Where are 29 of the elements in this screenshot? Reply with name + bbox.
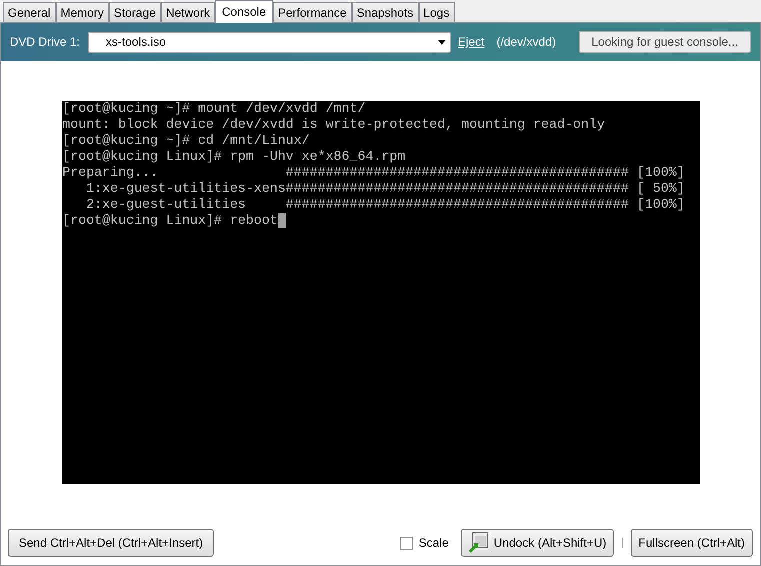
console-screen[interactable]	[62, 101, 700, 484]
console-line: [root@kucing Linux]# reboot	[62, 213, 278, 228]
tab[interactable]: General	[3, 2, 56, 22]
device-path: (/dev/xvdd)	[496, 34, 556, 51]
drive-label: DVD Drive 1:	[10, 34, 80, 51]
console-line: Preparing... ########################################### [100%]	[62, 165, 685, 180]
drive-dropdown[interactable]: xs-tools.iso	[88, 32, 452, 52]
undock-window-icon	[468, 532, 490, 554]
console-line: [root@kucing ~]# cd /mnt/Linux/	[62, 133, 310, 148]
tab[interactable]: Snapshots	[352, 2, 419, 22]
dropdown-caret-icon	[438, 40, 446, 44]
tab[interactable]: Network	[161, 2, 216, 22]
console-line: 1:xe-guest-utilities-xens########################################### [ 50%]	[85, 181, 685, 196]
console-button[interactable]: Looking for guest console...	[579, 31, 751, 53]
tab[interactable]: Console	[215, 0, 274, 23]
tab[interactable]: Memory	[56, 2, 110, 22]
scale-label: Scale	[418, 535, 449, 552]
fullscreen-button[interactable]: Fullscreen (Ctrl+Alt)	[630, 529, 753, 557]
scale-checkbox[interactable]	[400, 536, 413, 550]
undock-button[interactable]: Undock (Alt+Shift+U)	[460, 529, 614, 557]
tab[interactable]: Performance	[273, 2, 352, 22]
tab[interactable]: Storage	[109, 2, 162, 22]
console-line: 2:xe-guest-utilities ########################################### [100%]	[85, 197, 685, 212]
console-line: [root@kucing ~]# mount /dev/xvdd /mnt/	[62, 101, 366, 116]
console-line: mount: block device /dev/xvdd is write-protected, mounting read-only	[62, 117, 606, 132]
console-line: [root@kucing Linux]# rpm -Uhv xe*x86_64.rpm	[62, 149, 406, 164]
tab[interactable]: Logs	[418, 2, 455, 22]
eject-link[interactable]: Eject	[458, 33, 485, 51]
send-ctrl-alt-del-button[interactable]: Send Ctrl+Alt+Del (Ctrl+Alt+Insert)	[8, 529, 214, 557]
